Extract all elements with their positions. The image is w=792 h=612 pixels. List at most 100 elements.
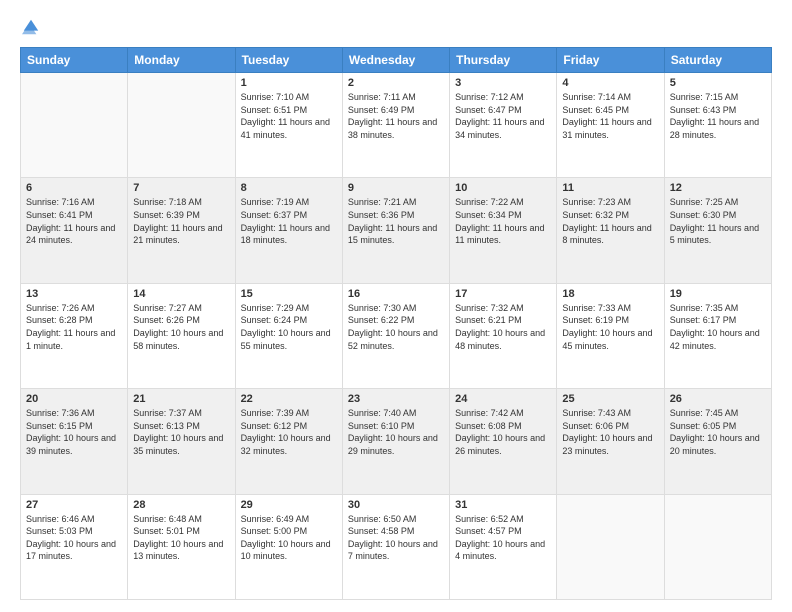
calendar-week-row: 20 Sunrise: 7:36 AM Sunset: 6:15 PM Dayli… [21,389,772,494]
day-number: 7 [133,182,229,194]
day-number: 1 [241,77,337,89]
day-number: 13 [26,288,122,300]
day-number: 17 [455,288,551,300]
table-row [21,73,128,178]
day-info: Sunrise: 6:48 AM Sunset: 5:01 PM Dayligh… [133,513,229,563]
table-row: 13 Sunrise: 7:26 AM Sunset: 6:28 PM Dayli… [21,283,128,388]
table-row: 11 Sunrise: 7:23 AM Sunset: 6:32 PM Dayli… [557,178,664,283]
day-info: Sunrise: 7:18 AM Sunset: 6:39 PM Dayligh… [133,196,229,246]
calendar-day-header: Thursday [450,48,557,73]
day-info: Sunrise: 7:12 AM Sunset: 6:47 PM Dayligh… [455,91,551,141]
day-info: Sunrise: 7:15 AM Sunset: 6:43 PM Dayligh… [670,91,766,141]
day-number: 21 [133,393,229,405]
day-number: 5 [670,77,766,89]
day-info: Sunrise: 7:27 AM Sunset: 6:26 PM Dayligh… [133,302,229,352]
table-row: 30 Sunrise: 6:50 AM Sunset: 4:58 PM Dayli… [342,494,449,599]
day-number: 19 [670,288,766,300]
day-info: Sunrise: 7:29 AM Sunset: 6:24 PM Dayligh… [241,302,337,352]
day-info: Sunrise: 7:43 AM Sunset: 6:06 PM Dayligh… [562,407,658,457]
day-number: 24 [455,393,551,405]
calendar-table: SundayMondayTuesdayWednesdayThursdayFrid… [20,47,772,600]
table-row: 17 Sunrise: 7:32 AM Sunset: 6:21 PM Dayli… [450,283,557,388]
table-row: 18 Sunrise: 7:33 AM Sunset: 6:19 PM Dayli… [557,283,664,388]
day-number: 6 [26,182,122,194]
day-number: 10 [455,182,551,194]
table-row: 19 Sunrise: 7:35 AM Sunset: 6:17 PM Dayli… [664,283,771,388]
calendar-day-header: Sunday [21,48,128,73]
calendar-week-row: 13 Sunrise: 7:26 AM Sunset: 6:28 PM Dayli… [21,283,772,388]
day-number: 16 [348,288,444,300]
day-info: Sunrise: 7:16 AM Sunset: 6:41 PM Dayligh… [26,196,122,246]
day-number: 22 [241,393,337,405]
day-info: Sunrise: 7:26 AM Sunset: 6:28 PM Dayligh… [26,302,122,352]
table-row: 5 Sunrise: 7:15 AM Sunset: 6:43 PM Daylig… [664,73,771,178]
logo-icon [22,18,40,36]
table-row: 12 Sunrise: 7:25 AM Sunset: 6:30 PM Dayli… [664,178,771,283]
day-number: 3 [455,77,551,89]
logo [20,16,40,37]
calendar-day-header: Friday [557,48,664,73]
day-number: 18 [562,288,658,300]
day-info: Sunrise: 7:39 AM Sunset: 6:12 PM Dayligh… [241,407,337,457]
table-row: 25 Sunrise: 7:43 AM Sunset: 6:06 PM Dayli… [557,389,664,494]
day-info: Sunrise: 6:49 AM Sunset: 5:00 PM Dayligh… [241,513,337,563]
table-row: 4 Sunrise: 7:14 AM Sunset: 6:45 PM Daylig… [557,73,664,178]
day-info: Sunrise: 7:32 AM Sunset: 6:21 PM Dayligh… [455,302,551,352]
table-row [128,73,235,178]
calendar-week-row: 6 Sunrise: 7:16 AM Sunset: 6:41 PM Daylig… [21,178,772,283]
day-info: Sunrise: 6:46 AM Sunset: 5:03 PM Dayligh… [26,513,122,563]
day-info: Sunrise: 7:40 AM Sunset: 6:10 PM Dayligh… [348,407,444,457]
day-info: Sunrise: 7:14 AM Sunset: 6:45 PM Dayligh… [562,91,658,141]
day-number: 8 [241,182,337,194]
day-info: Sunrise: 7:22 AM Sunset: 6:34 PM Dayligh… [455,196,551,246]
day-info: Sunrise: 7:35 AM Sunset: 6:17 PM Dayligh… [670,302,766,352]
table-row [557,494,664,599]
day-number: 26 [670,393,766,405]
calendar-day-header: Monday [128,48,235,73]
calendar-week-row: 1 Sunrise: 7:10 AM Sunset: 6:51 PM Daylig… [21,73,772,178]
table-row: 27 Sunrise: 6:46 AM Sunset: 5:03 PM Dayli… [21,494,128,599]
table-row: 10 Sunrise: 7:22 AM Sunset: 6:34 PM Dayli… [450,178,557,283]
day-number: 25 [562,393,658,405]
table-row: 29Sunrise: 6:49 AM Sunset: 5:00 PM Dayli… [235,494,342,599]
day-number: 11 [562,182,658,194]
calendar-day-header: Tuesday [235,48,342,73]
table-row: 16 Sunrise: 7:30 AM Sunset: 6:22 PM Dayli… [342,283,449,388]
table-row: 6 Sunrise: 7:16 AM Sunset: 6:41 PM Daylig… [21,178,128,283]
calendar-day-header: Saturday [664,48,771,73]
logo-text [20,16,40,37]
day-info: Sunrise: 7:23 AM Sunset: 6:32 PM Dayligh… [562,196,658,246]
day-info: Sunrise: 7:25 AM Sunset: 6:30 PM Dayligh… [670,196,766,246]
day-number: 15 [241,288,337,300]
table-row: 21Sunrise: 7:37 AM Sunset: 6:13 PM Dayli… [128,389,235,494]
day-info: Sunrise: 7:42 AM Sunset: 6:08 PM Dayligh… [455,407,551,457]
table-row: 24 Sunrise: 7:42 AM Sunset: 6:08 PM Dayli… [450,389,557,494]
day-number: 4 [562,77,658,89]
day-number: 27 [26,499,122,511]
day-number: 30 [348,499,444,511]
table-row: 1 Sunrise: 7:10 AM Sunset: 6:51 PM Daylig… [235,73,342,178]
day-info: Sunrise: 6:50 AM Sunset: 4:58 PM Dayligh… [348,513,444,563]
day-info: Sunrise: 7:10 AM Sunset: 6:51 PM Dayligh… [241,91,337,141]
day-number: 20 [26,393,122,405]
day-info: Sunrise: 7:19 AM Sunset: 6:37 PM Dayligh… [241,196,337,246]
table-row: 14 Sunrise: 7:27 AM Sunset: 6:26 PM Dayli… [128,283,235,388]
day-info: Sunrise: 7:33 AM Sunset: 6:19 PM Dayligh… [562,302,658,352]
day-number: 23 [348,393,444,405]
day-number: 12 [670,182,766,194]
table-row: 7 Sunrise: 7:18 AM Sunset: 6:39 PM Daylig… [128,178,235,283]
table-row: 28Sunrise: 6:48 AM Sunset: 5:01 PM Dayli… [128,494,235,599]
table-row: 23 Sunrise: 7:40 AM Sunset: 6:10 PM Dayli… [342,389,449,494]
day-number: 14 [133,288,229,300]
day-info: Sunrise: 7:21 AM Sunset: 6:36 PM Dayligh… [348,196,444,246]
table-row: 8 Sunrise: 7:19 AM Sunset: 6:37 PM Daylig… [235,178,342,283]
day-info: Sunrise: 7:36 AM Sunset: 6:15 PM Dayligh… [26,407,122,457]
header [20,16,772,37]
day-number: 9 [348,182,444,194]
day-number: 31 [455,499,551,511]
day-info: Sunrise: 7:11 AM Sunset: 6:49 PM Dayligh… [348,91,444,141]
table-row: 31Sunrise: 6:52 AM Sunset: 4:57 PM Dayli… [450,494,557,599]
day-info: Sunrise: 7:30 AM Sunset: 6:22 PM Dayligh… [348,302,444,352]
table-row: 20 Sunrise: 7:36 AM Sunset: 6:15 PM Dayli… [21,389,128,494]
table-row: 22 Sunrise: 7:39 AM Sunset: 6:12 PM Dayli… [235,389,342,494]
